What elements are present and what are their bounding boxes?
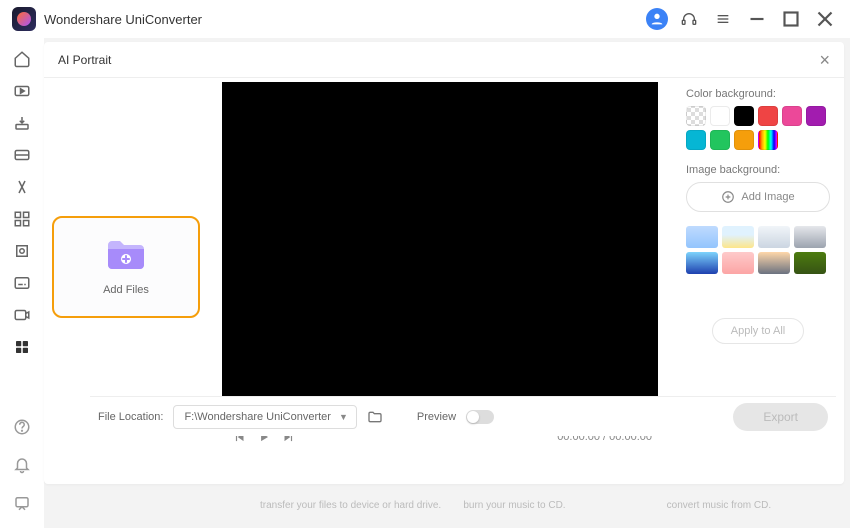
folder-plus-icon — [106, 239, 146, 276]
sidebar-compress-icon[interactable] — [6, 140, 38, 170]
sidebar-record-icon[interactable] — [6, 300, 38, 330]
bell-icon[interactable] — [6, 450, 38, 480]
menu-icon[interactable] — [710, 6, 736, 32]
sidebar-toolbox-icon[interactable] — [6, 332, 38, 362]
bg-thumbnail[interactable] — [758, 226, 790, 248]
image-bg-label: Image background: — [686, 164, 830, 176]
export-button[interactable]: Export — [733, 403, 828, 431]
open-folder-button[interactable] — [363, 405, 387, 429]
file-location-label: File Location: — [98, 411, 163, 423]
bg-card-text: transfer your files to device or hard dr… — [260, 500, 443, 511]
color-swatch[interactable] — [710, 106, 730, 126]
video-preview — [222, 82, 658, 414]
bg-thumbnail[interactable] — [758, 252, 790, 274]
add-image-button[interactable]: Add Image — [686, 182, 830, 212]
apply-all-button[interactable]: Apply to All — [712, 318, 804, 344]
app-title: Wondershare UniConverter — [44, 12, 202, 27]
maximize-button[interactable] — [778, 6, 804, 32]
sidebar-subtitle-icon[interactable] — [6, 268, 38, 298]
bg-thumbnail[interactable] — [794, 252, 826, 274]
color-swatch[interactable] — [758, 106, 778, 126]
panel-title: AI Portrait — [58, 53, 111, 67]
sidebar-crop-icon[interactable] — [6, 236, 38, 266]
sidebar-download-icon[interactable] — [6, 108, 38, 138]
bg-card-text: convert music from CD. — [667, 500, 850, 511]
color-swatch[interactable] — [782, 106, 802, 126]
color-swatch[interactable] — [710, 130, 730, 150]
plus-circle-icon — [721, 190, 735, 204]
toggle-knob — [467, 411, 479, 423]
bg-thumbnail[interactable] — [686, 226, 718, 248]
background-cards: transfer your files to device or hard dr… — [160, 484, 850, 526]
sidebar-home-icon[interactable] — [6, 44, 38, 74]
bg-thumbnail[interactable] — [722, 226, 754, 248]
color-swatch[interactable] — [686, 106, 706, 126]
preview-label: Preview — [417, 411, 456, 423]
headset-icon[interactable] — [676, 6, 702, 32]
add-files-label: Add Files — [103, 284, 149, 296]
color-swatch[interactable] — [734, 106, 754, 126]
preview-toggle[interactable] — [466, 410, 494, 424]
file-location-value: F:\Wondershare UniConverter — [184, 411, 331, 423]
minimize-button[interactable] — [744, 6, 770, 32]
sidebar-convert-icon[interactable] — [6, 76, 38, 106]
add-image-label: Add Image — [741, 191, 794, 203]
bg-card-text: burn your music to CD. — [463, 500, 646, 511]
sidebar-merge-icon[interactable] — [6, 204, 38, 234]
bg-thumbnail[interactable] — [722, 252, 754, 274]
app-logo — [12, 7, 36, 31]
color-swatch[interactable] — [806, 106, 826, 126]
sidebar-edit-icon[interactable] — [6, 172, 38, 202]
sidebar — [0, 38, 44, 528]
user-icon[interactable] — [646, 8, 668, 30]
add-files-button[interactable]: Add Files — [52, 216, 200, 318]
file-location-select[interactable]: F:\Wondershare UniConverter ▼ — [173, 405, 356, 429]
color-bg-label: Color background: — [686, 88, 830, 100]
feedback-icon[interactable] — [6, 488, 38, 518]
chevron-down-icon: ▼ — [339, 412, 348, 422]
close-button[interactable] — [812, 6, 838, 32]
color-swatch[interactable] — [758, 130, 778, 150]
bg-thumbnail[interactable] — [686, 252, 718, 274]
color-swatch[interactable] — [734, 130, 754, 150]
help-icon[interactable] — [6, 412, 38, 442]
panel-close-icon[interactable]: × — [819, 51, 830, 69]
bg-thumbnail[interactable] — [794, 226, 826, 248]
color-swatch[interactable] — [686, 130, 706, 150]
